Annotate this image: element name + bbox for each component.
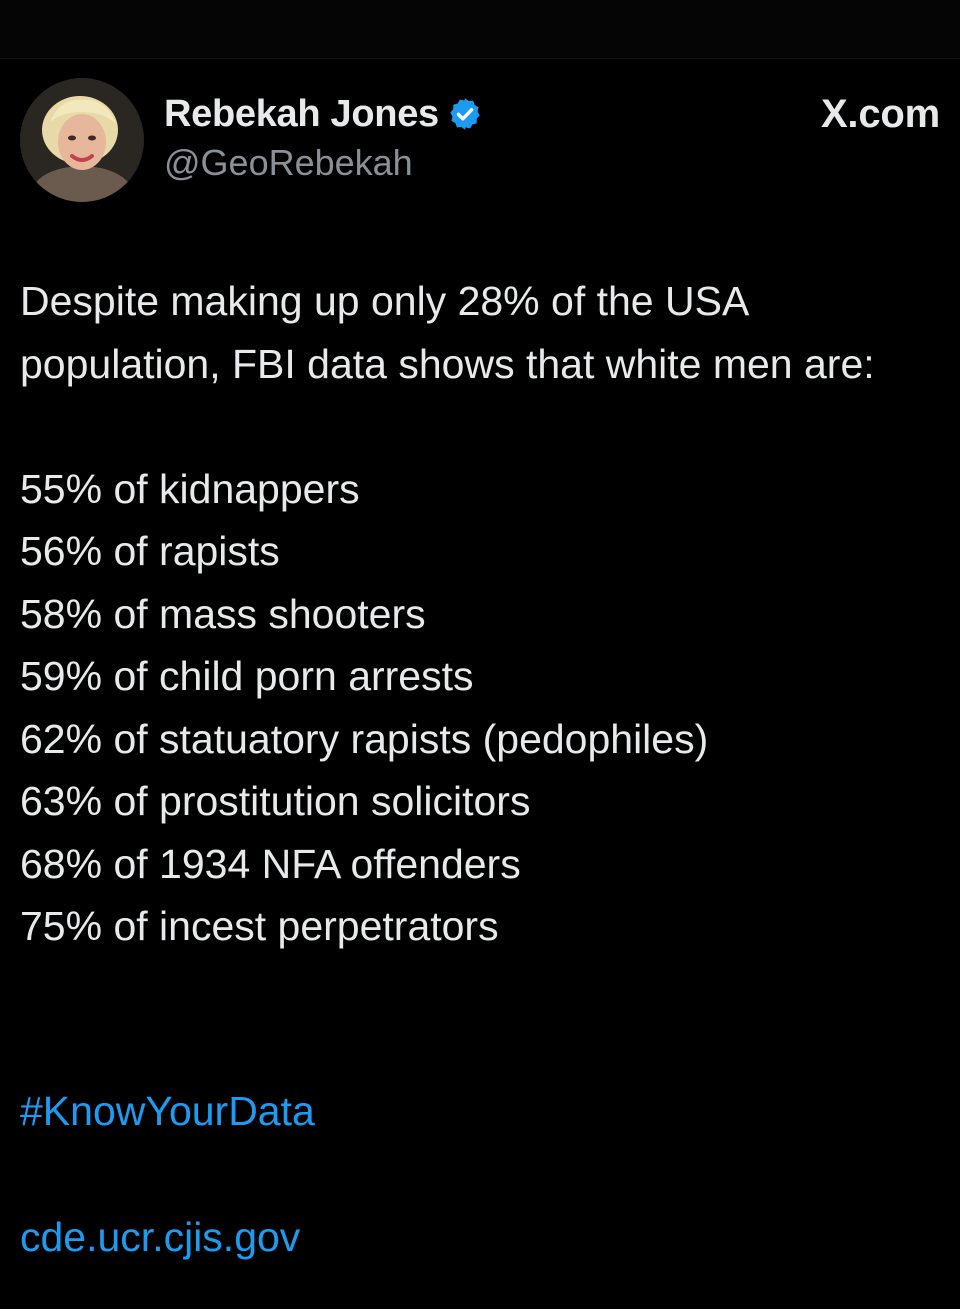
stat-item: 68% of 1934 NFA offenders bbox=[20, 840, 521, 887]
author-handle[interactable]: @GeoRebekah bbox=[164, 142, 413, 184]
author-name-row: Rebekah Jones bbox=[164, 92, 483, 136]
tweet-header: Rebekah Jones @GeoRebekah X.com bbox=[20, 78, 940, 204]
tweet-intro-text: Despite making up only 28% of the USA po… bbox=[20, 278, 875, 387]
stat-item: 55% of kidnappers bbox=[20, 465, 360, 512]
author-display-name[interactable]: Rebekah Jones bbox=[164, 93, 439, 136]
top-bar bbox=[0, 0, 960, 59]
stat-list: 55% of kidnappers 56% of rapists 58% of … bbox=[20, 458, 940, 958]
url-link[interactable]: cde.ucr.cjis.gov bbox=[20, 1206, 300, 1268]
stat-item: 75% of incest perpetrators bbox=[20, 903, 499, 949]
stat-item: 63% of prostitution solicitors bbox=[20, 778, 531, 824]
hashtag-link[interactable]: #KnowYourData bbox=[20, 1080, 315, 1142]
verified-badge-icon bbox=[447, 96, 483, 132]
stat-item: 58% of mass shooters bbox=[20, 590, 426, 637]
source-label: X.com bbox=[820, 92, 940, 136]
avatar[interactable] bbox=[20, 78, 144, 202]
stat-item: 56% of rapists bbox=[20, 528, 280, 574]
profile-photo-icon bbox=[20, 78, 144, 202]
stat-item: 62% of statuatory rapists (pedophiles) bbox=[20, 715, 709, 762]
tweet-body: Despite making up only 28% of the USA po… bbox=[20, 270, 940, 958]
stat-item: 59% of child porn arrests bbox=[20, 653, 474, 699]
